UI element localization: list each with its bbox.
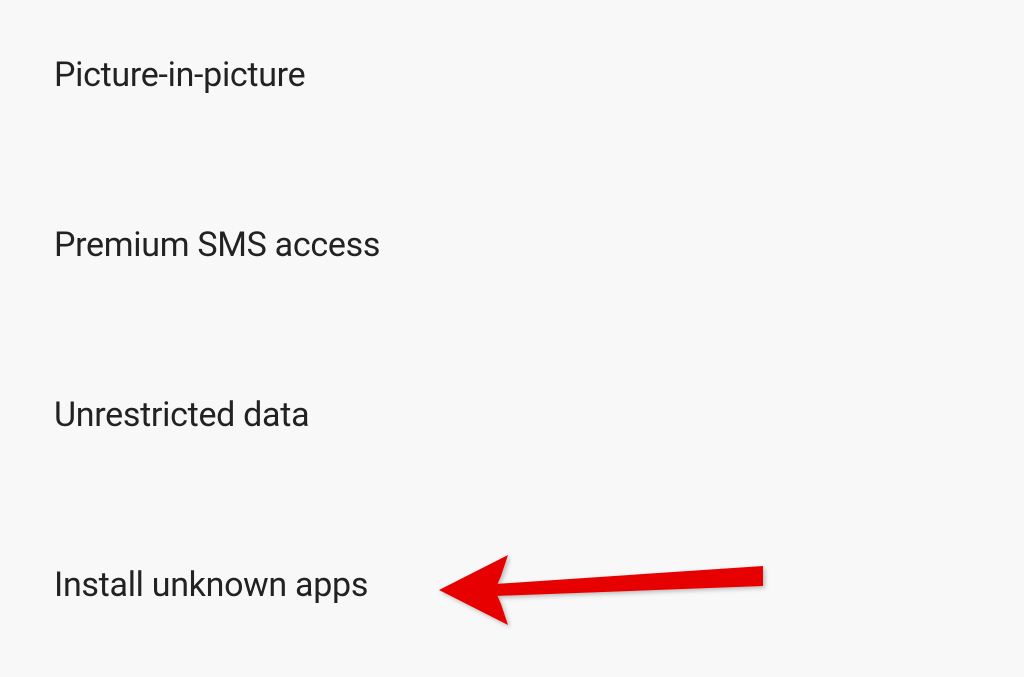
settings-item-premium-sms-access[interactable]: Premium SMS access: [54, 225, 1024, 265]
settings-item-install-unknown-apps[interactable]: Install unknown apps: [54, 565, 1024, 605]
settings-item-unrestricted-data[interactable]: Unrestricted data: [54, 395, 1024, 435]
settings-item-picture-in-picture[interactable]: Picture-in-picture: [54, 55, 1024, 95]
settings-list: Picture-in-picture Premium SMS access Un…: [0, 0, 1024, 605]
